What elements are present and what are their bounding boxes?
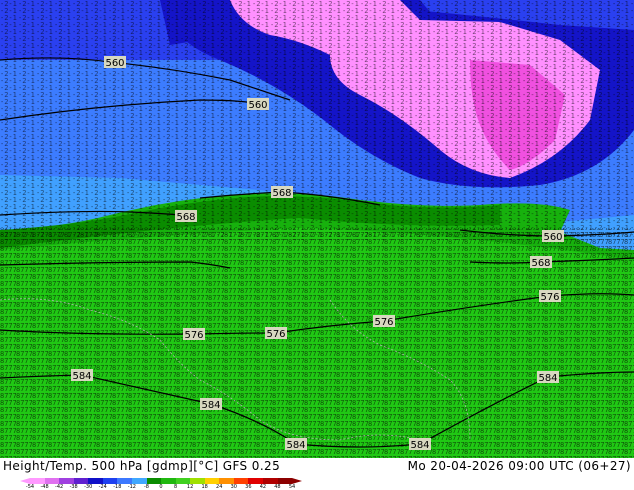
map-canvas: -2-1 8777	[0, 0, 634, 458]
colorbar-tick-label: 24	[216, 484, 223, 490]
colorbar-tick-label: 42	[259, 484, 267, 490]
colorbar-tick-label: -8	[143, 484, 149, 490]
contour-label: 560	[248, 100, 267, 111]
colorbar-tick-label: 12	[186, 484, 194, 490]
chart-title: Height/Temp. 500 hPa [gdmp][°C] GFS 0.25	[3, 459, 281, 473]
contour-label: 576	[374, 317, 393, 328]
contour-label: 568	[531, 258, 550, 269]
colorbar-tick-label: 0	[159, 484, 163, 490]
contour-label: 576	[540, 292, 559, 303]
colorbar-tick-label: -54	[25, 484, 35, 490]
colorbar-tick-label: 48	[274, 484, 281, 490]
contour-label: 568	[272, 188, 291, 199]
colorbar-tick-label: -48	[40, 484, 49, 490]
contour-label: 584	[286, 440, 305, 451]
grid-values-cold	[0, 0, 634, 240]
colorbar-tick-label: -12	[127, 484, 136, 490]
footer-bar: Height/Temp. 500 hPa [gdmp][°C] GFS 0.25…	[0, 458, 634, 490]
colorbar-tick-label: -18	[113, 484, 122, 490]
contour-label: 576	[266, 329, 285, 340]
temperature-map: -2-1 8777	[0, 0, 634, 458]
colorbar-tick-label: 8	[173, 484, 178, 490]
colorbar-tick-label: -24	[98, 484, 107, 490]
colorbar-tick-label: -42	[55, 484, 64, 490]
colorbar-tick-label: -30	[84, 484, 93, 490]
contour-label: 584	[201, 400, 220, 411]
contour-label: 568	[176, 212, 195, 223]
colorbar-ticks: -54 -48 -42 -38 -30 -24 -18 -12 -8 0 8 12 18 24 30 36 42…	[20, 484, 300, 490]
contour-label: 584	[410, 440, 429, 451]
colorbar-tick-label: 30	[230, 484, 237, 490]
colorbar-tick-label: -38	[69, 484, 78, 490]
contour-label: 584	[72, 371, 91, 382]
contour-label: 560	[105, 58, 124, 69]
forecast-timestamp: Mo 20-04-2026 09:00 UTC (06+27)	[407, 459, 631, 473]
colorbar-tick-label: 18	[201, 484, 208, 490]
colorbar-tick-label: 54	[288, 484, 296, 490]
colorbar-tick-label: 36	[245, 484, 252, 490]
contour-label: 584	[538, 373, 557, 384]
contour-label: 576	[184, 330, 203, 341]
contour-label: 560	[543, 232, 562, 243]
